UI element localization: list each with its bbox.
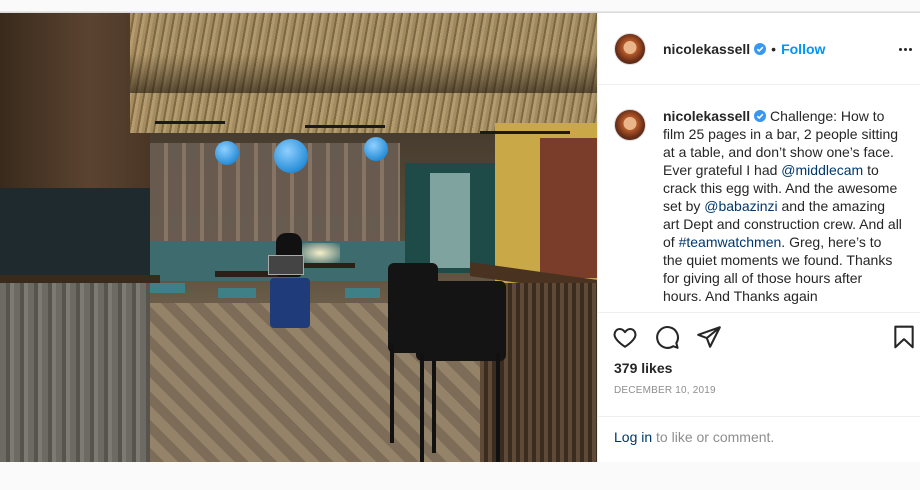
hashtag-link[interactable]: #teamwatchmen [679, 234, 782, 250]
post-side-panel: nicolekassell • Follow nicolekassell Cha… [597, 13, 920, 462]
avatar[interactable] [614, 109, 646, 141]
blue-lantern [274, 139, 308, 173]
mention-link[interactable]: @middlecam [781, 162, 863, 178]
mention-link[interactable]: @babazinzi [704, 198, 777, 214]
post-card: nicolekassell • Follow nicolekassell Cha… [0, 12, 920, 462]
caption-username-link[interactable]: nicolekassell [663, 108, 750, 124]
verified-badge-icon [754, 42, 767, 55]
post-date: DECEMBER 10, 2019 [614, 385, 716, 396]
paper-plane-icon[interactable] [696, 324, 722, 350]
heart-icon[interactable] [612, 324, 638, 350]
caption-text: nicolekassell Challenge: How to film 25 … [663, 107, 903, 305]
divider [598, 416, 920, 417]
username-link[interactable]: nicolekassell [663, 41, 750, 57]
post-photo[interactable] [0, 13, 597, 462]
blue-lantern [364, 137, 388, 161]
likes-count[interactable]: 379 likes [614, 360, 672, 376]
post-header: nicolekassell • Follow [598, 13, 920, 85]
verified-badge-icon [754, 110, 767, 122]
bookmark-icon[interactable] [891, 324, 917, 350]
bar-stool [416, 281, 506, 361]
action-bar [612, 324, 722, 350]
comment-bubble-icon[interactable] [654, 324, 680, 350]
post-caption: nicolekassell Challenge: How to film 25 … [614, 107, 914, 305]
top-edge [0, 0, 920, 12]
blue-lantern [215, 141, 239, 165]
follow-button[interactable]: Follow [781, 41, 825, 57]
login-prompt-text: to like or comment. [652, 429, 775, 445]
separator-dot: • [771, 40, 777, 57]
more-options-icon[interactable] [899, 39, 915, 59]
login-link[interactable]: Log in [614, 429, 652, 445]
login-prompt: Log in to like or comment. [614, 429, 774, 445]
divider [598, 312, 920, 313]
avatar[interactable] [614, 32, 646, 65]
